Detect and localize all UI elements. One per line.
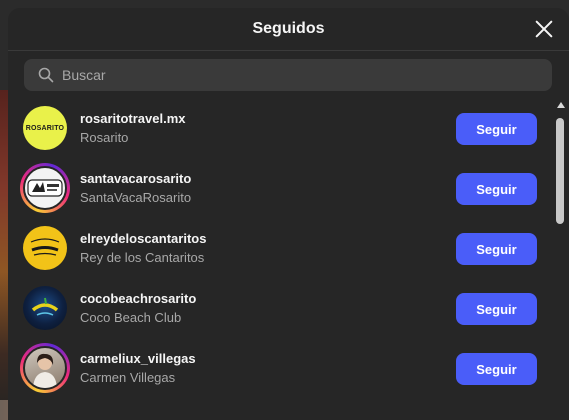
username[interactable]: carmeliux_villegas	[80, 351, 196, 366]
avatar-logo-text: ROSARITO	[25, 124, 65, 132]
search-box[interactable]	[24, 59, 552, 91]
avatar[interactable]: ROSARITO	[20, 103, 70, 153]
list-item: ROSARITO rosaritotravel.mx Rosarito Segu…	[8, 98, 553, 158]
avatar-image	[23, 346, 67, 390]
username[interactable]: cocobeachrosarito	[80, 291, 196, 306]
follow-button[interactable]: Seguir	[456, 233, 537, 265]
list-item: carmeliux_villegas Carmen Villegas Segui…	[8, 338, 553, 398]
scroll-thumb[interactable]	[556, 118, 564, 224]
follow-button[interactable]: Seguir	[456, 353, 537, 385]
avatar-image	[23, 226, 67, 270]
avatar-image	[23, 286, 67, 330]
cow-logo-icon	[27, 179, 63, 197]
username[interactable]: rosaritotravel.mx	[80, 111, 186, 126]
avatar-image	[23, 166, 67, 210]
avatar[interactable]	[20, 283, 70, 333]
username[interactable]: elreydeloscantaritos	[80, 231, 206, 246]
follow-button[interactable]: Seguir	[456, 293, 537, 325]
list-item: santavacarosarito SantaVacaRosarito Segu…	[8, 158, 553, 218]
dialog-header: Seguidos	[8, 8, 569, 51]
dialog-title: Seguidos	[252, 20, 325, 37]
avatar[interactable]	[20, 163, 70, 213]
follow-button[interactable]: Seguir	[456, 173, 537, 205]
list-item: cocobeachrosarito Coco Beach Club Seguir	[8, 278, 553, 338]
full-name: Carmen Villegas	[80, 370, 176, 385]
full-name: Rosarito	[80, 130, 129, 145]
scroll-up-arrow-icon[interactable]	[557, 102, 565, 108]
coco-beach-logo-icon	[31, 297, 59, 316]
following-list: ROSARITO rosaritotravel.mx Rosarito Segu…	[8, 98, 553, 420]
cantaritos-logo-icon	[30, 238, 60, 256]
list-item: elreydeloscantaritos Rey de los Cantarit…	[8, 218, 553, 278]
scrollbar[interactable]	[553, 100, 569, 420]
avatar[interactable]	[20, 343, 70, 393]
avatar[interactable]	[20, 223, 70, 273]
search-input[interactable]	[62, 67, 542, 83]
search-icon	[38, 67, 54, 83]
avatar-image: ROSARITO	[23, 106, 67, 150]
person-photo-icon	[33, 353, 57, 388]
close-icon[interactable]	[533, 18, 555, 40]
full-name: Rey de los Cantaritos	[80, 250, 205, 265]
full-name: SantaVacaRosarito	[80, 190, 192, 205]
follow-button[interactable]: Seguir	[456, 113, 537, 145]
following-dialog: Seguidos ROSARITO rosaritotravel.mx Rosa…	[8, 8, 569, 420]
full-name: Coco Beach Club	[80, 310, 182, 325]
username[interactable]: santavacarosarito	[80, 171, 191, 186]
